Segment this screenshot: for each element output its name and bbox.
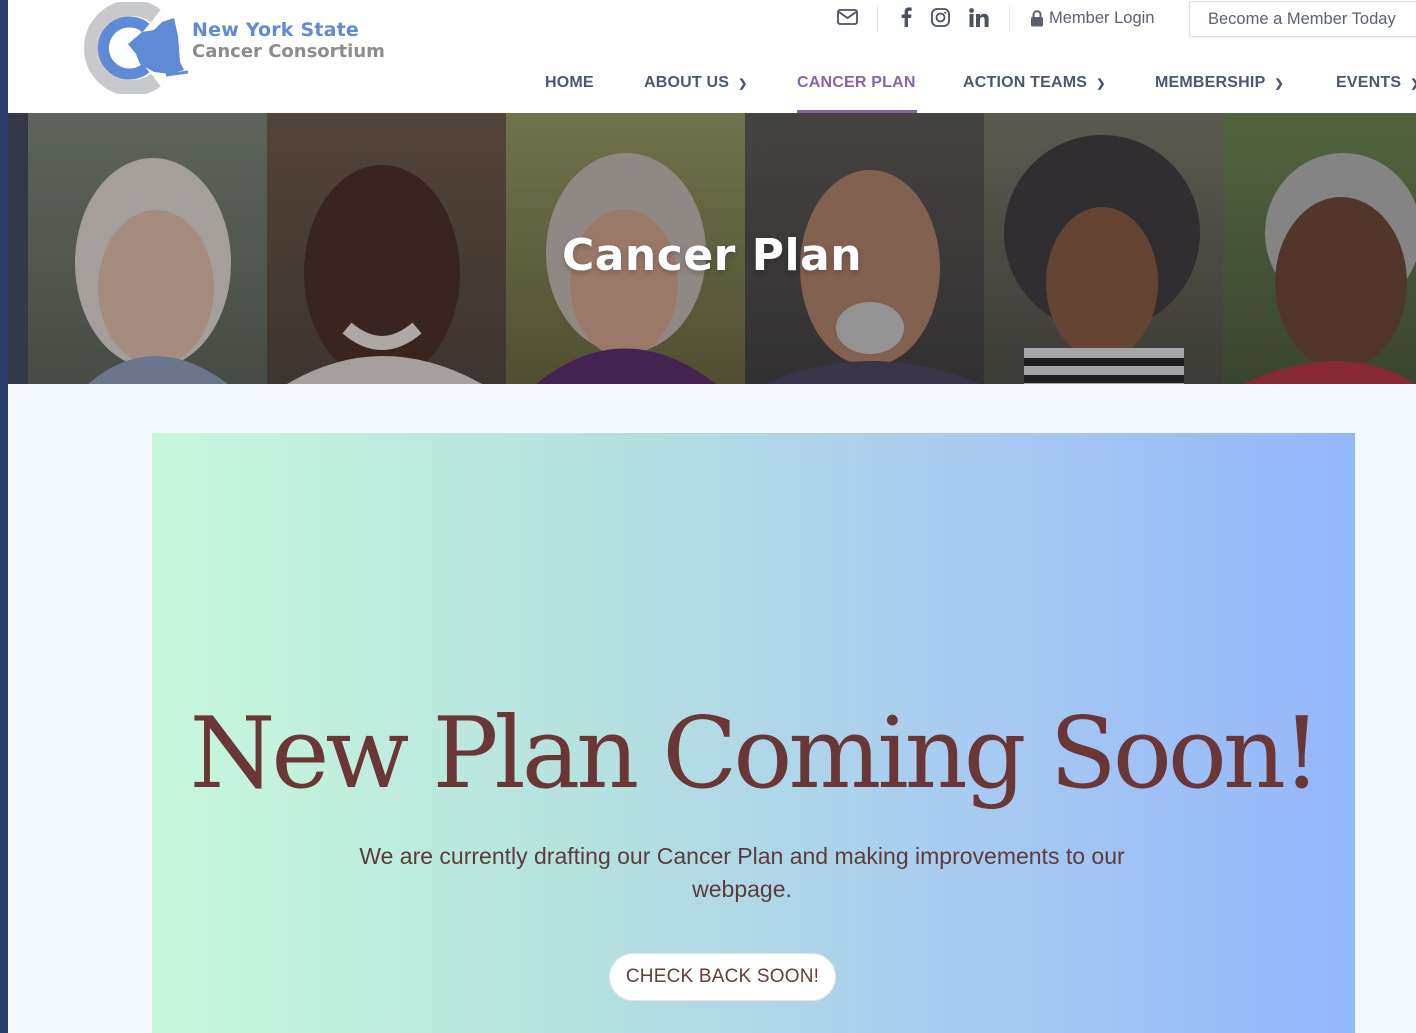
nav-item-label: ACTION TEAMS <box>963 74 1088 91</box>
logo-title-line2: Cancer Consortium <box>192 41 385 62</box>
coming-soon-headline: New Plan Coming Soon! <box>189 697 1322 811</box>
become-member-button[interactable]: Become a Member Today <box>1189 1 1416 37</box>
nav-item-label: EVENTS <box>1336 74 1402 91</box>
lock-icon <box>1031 9 1043 26</box>
nav-item-label: MEMBERSHIP <box>1155 74 1266 91</box>
email-icon[interactable] <box>834 4 860 30</box>
linkedin-icon[interactable] <box>967 4 991 30</box>
chevron-down-icon: ❯ <box>1096 78 1106 90</box>
chevron-down-icon: ❯ <box>1410 77 1416 90</box>
utility-bar: Member Login Become a Member Today <box>8 0 1416 38</box>
chevron-down-icon: ❯ <box>1274 78 1284 90</box>
nav-item-cancer-plan[interactable]: CANCER PLAN <box>797 70 917 113</box>
page: New York State Cancer Consortium Member … <box>8 0 1416 1033</box>
nav-item-membership[interactable]: MEMBERSHIP ❯ <box>1155 70 1284 113</box>
coming-soon-description: We are currently drafting our Cancer Pla… <box>359 843 1125 902</box>
member-login-link[interactable]: Member Login <box>1030 6 1154 30</box>
site-header: New York State Cancer Consortium Member … <box>8 0 1416 113</box>
hero-banner: Cancer Plan <box>8 113 1416 384</box>
nav-item-label: HOME <box>545 74 594 91</box>
instagram-icon[interactable] <box>929 4 951 30</box>
page-title: Cancer Plan <box>561 230 863 281</box>
check-back-soon-button[interactable]: CHECK BACK SOON! <box>609 953 836 1001</box>
divider <box>877 6 878 32</box>
divider <box>1009 6 1010 32</box>
nav-item-action-teams[interactable]: ACTION TEAMS ❯ <box>963 70 1106 113</box>
chevron-down-icon: ❯ <box>738 78 748 90</box>
nav-item-label: CANCER PLAN <box>797 74 916 91</box>
nav-item-about-us[interactable]: ABOUT US ❯ <box>644 70 748 113</box>
member-login-label: Member Login <box>1049 8 1155 27</box>
coming-soon-card: New Plan Coming Soon! We are currently d… <box>152 433 1355 1033</box>
nav-item-label: ABOUT US <box>644 74 730 91</box>
facebook-icon[interactable] <box>896 4 916 30</box>
nav-item-events[interactable]: EVENTS ❯ <box>1336 70 1416 113</box>
main-navigation: HOME ABOUT US ❯ CANCER PLAN ACTION TEAMS… <box>8 70 1416 113</box>
nav-item-home[interactable]: HOME <box>545 70 594 113</box>
